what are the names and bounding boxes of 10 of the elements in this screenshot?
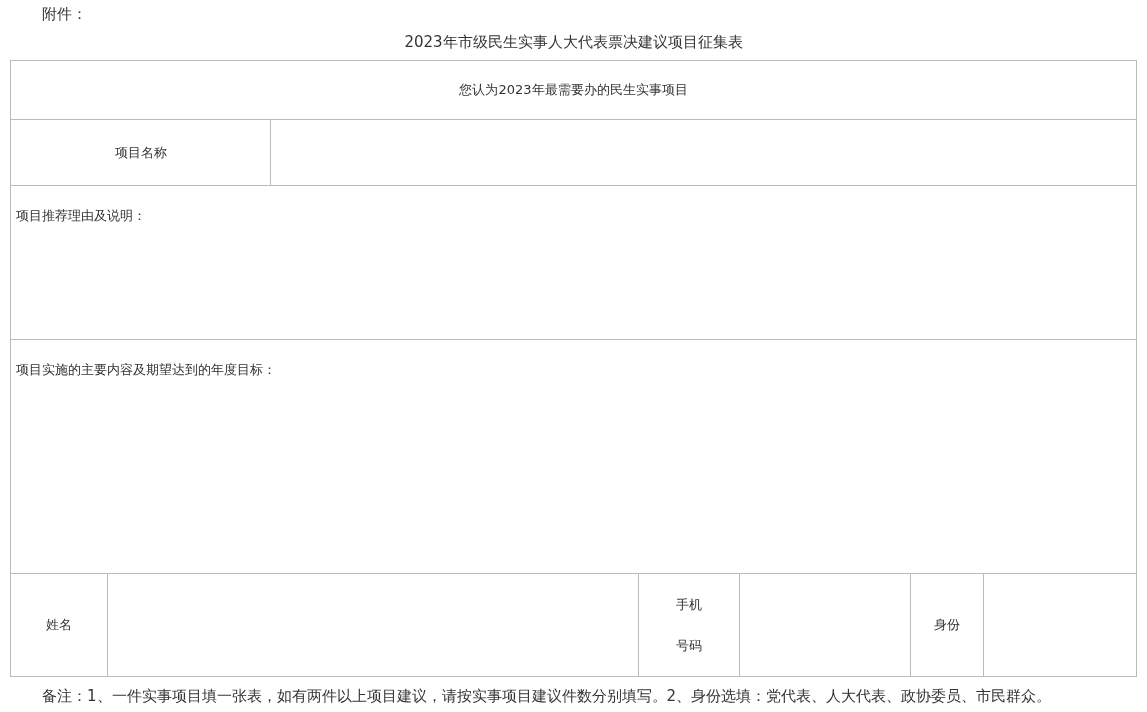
table-cell: 您认为2023年最需要办的民生实事项目 [10,60,1137,120]
table-cell: 项目推荐理由及说明： [10,185,1137,340]
form-title: 2023年市级民生实事人大代表票决建议项目征集表 [404,31,743,53]
table-cell: 身份 [910,573,984,677]
table-cell: 项目实施的主要内容及期望达到的年度目标： [10,339,1137,574]
attachment-label: 附件： [42,5,87,23]
footnote: 备注：1、一件实事项目填一张表，如有两件以上项目建议，请按实事项目建议件数分别填写。2、身份选填：党代表、人大代表、政协委员、市民群众。 [42,687,1052,705]
table-cell: 姓名 [10,573,108,677]
phone-label: 手机号码 [676,596,702,655]
table-cell: 项目名称 [10,119,271,186]
